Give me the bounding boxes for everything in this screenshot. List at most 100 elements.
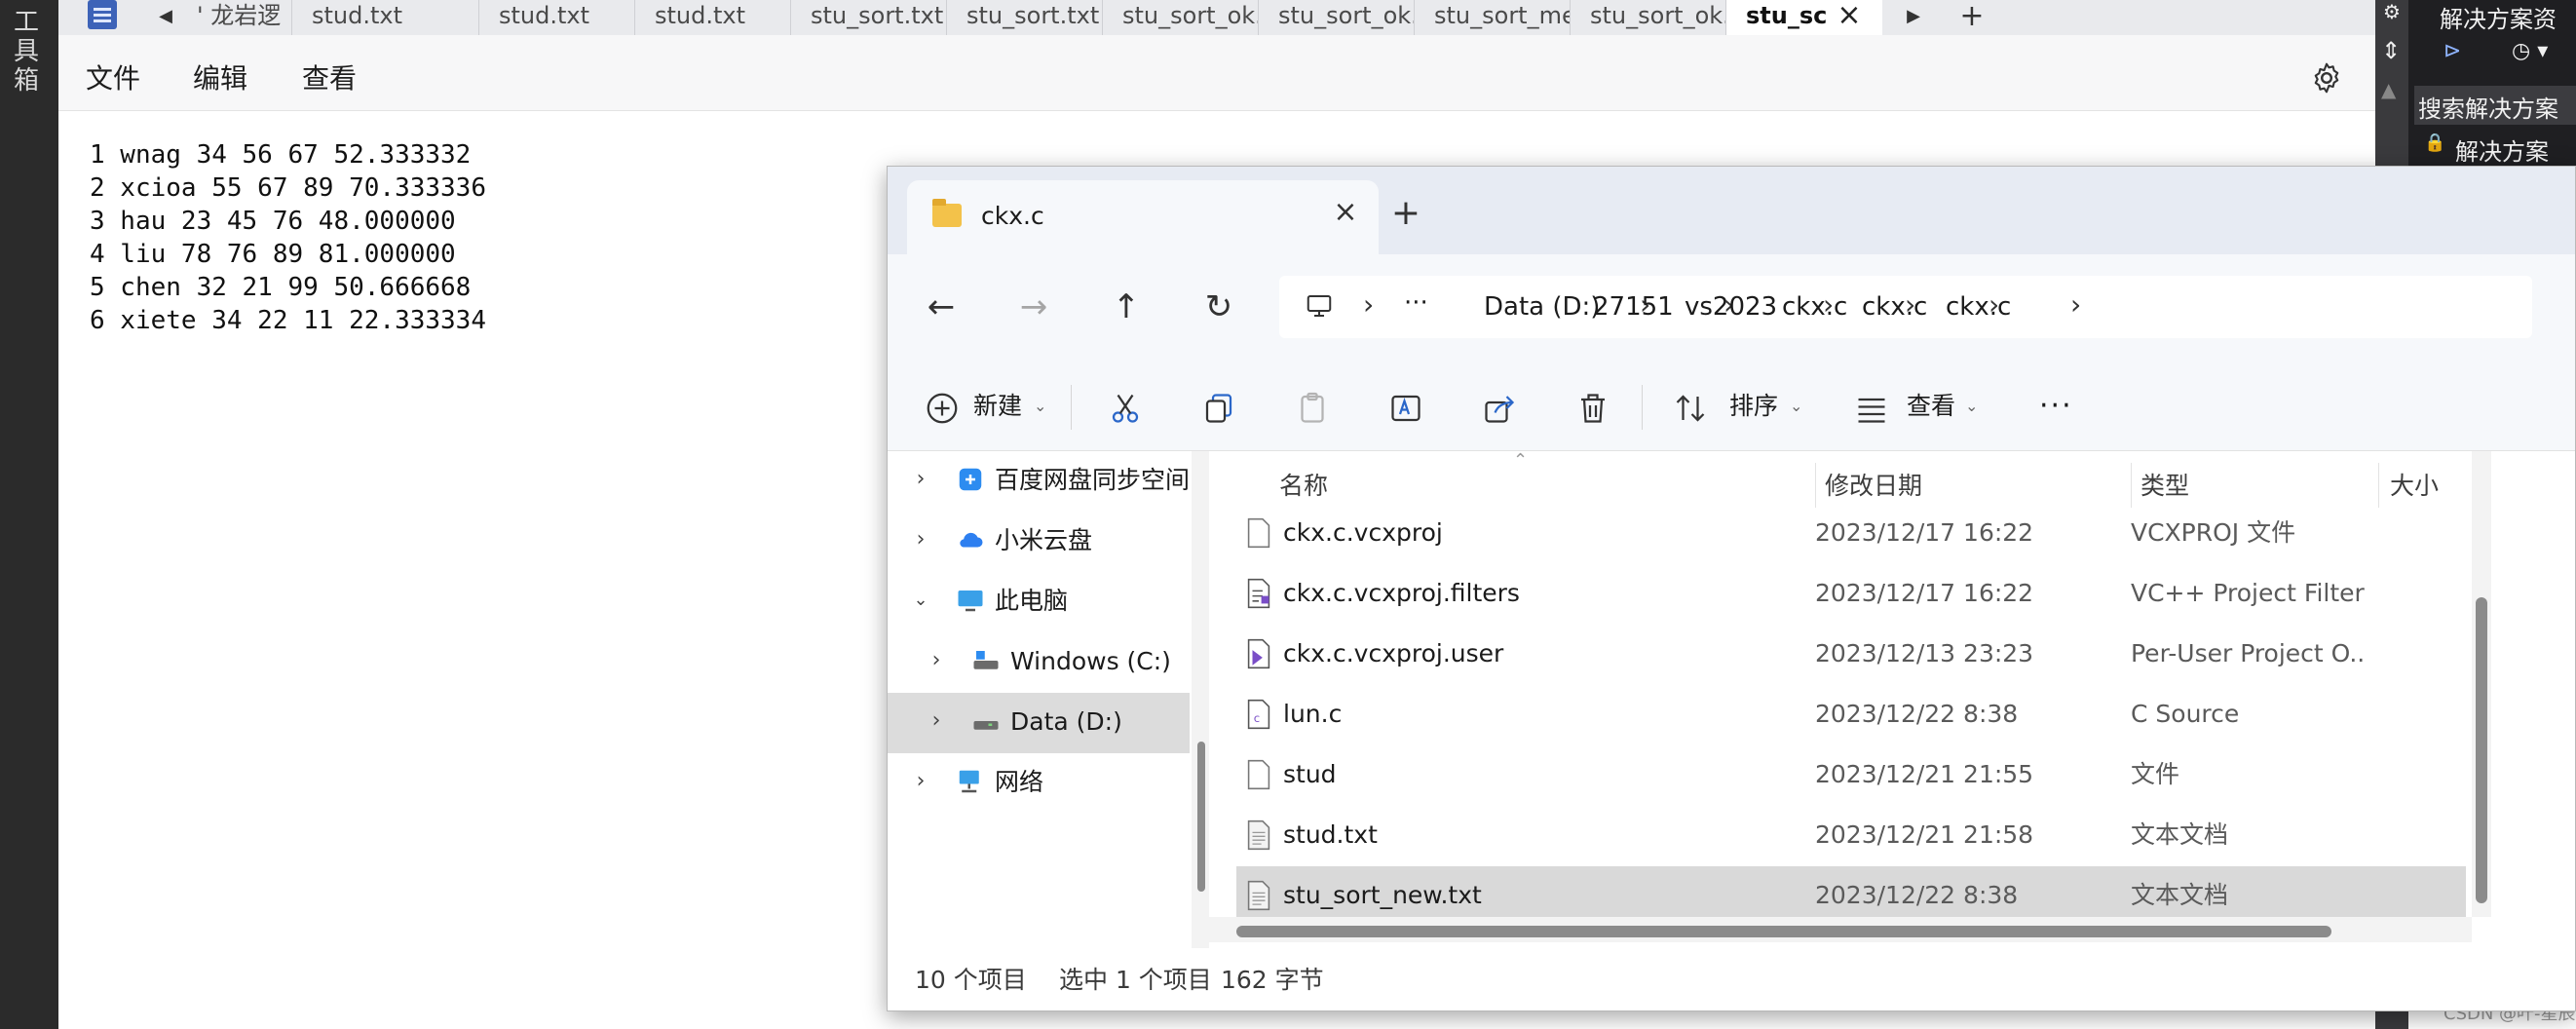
tab-1[interactable]: ' 龙岩逻 [187, 0, 292, 35]
baidu-netdisk-icon [959, 468, 982, 491]
tabs-scroll-left-icon[interactable]: ◀ [148, 0, 183, 35]
chevron-down-icon[interactable]: ⌄ [1034, 385, 1046, 428]
tab-3[interactable]: stud.txt [479, 0, 635, 35]
breadcrumb-item[interactable]: ckx.c [1782, 291, 1847, 323]
file-date: 2023/12/22 8:38 [1815, 881, 2019, 909]
rename-icon[interactable] [1388, 391, 1423, 426]
breadcrumb-item[interactable]: ckx.c [1946, 291, 2011, 323]
settings-gear-icon[interactable] [2309, 60, 2344, 95]
c-source-icon: c [1247, 699, 1270, 730]
close-tab-icon[interactable]: × [1328, 196, 1363, 231]
column-header-name[interactable]: 名称 [1279, 471, 1328, 502]
gear-icon[interactable]: ⚙ [2383, 0, 2401, 23]
column-header-type[interactable]: 类型 [2140, 471, 2189, 502]
chevron-down-icon[interactable]: ⌄ [1790, 385, 1802, 428]
more-paths-icon[interactable]: ··· [1404, 287, 1428, 319]
breadcrumb-item[interactable]: Data (D:) [1484, 291, 1600, 323]
history-icon[interactable]: ◷ ▾ [2512, 39, 2548, 63]
view-button[interactable]: 查看 [1907, 385, 1955, 428]
status-item-count: 10 个项目 [915, 966, 1027, 994]
menu-file[interactable]: 文件 [86, 62, 140, 95]
menu-view[interactable]: 查看 [302, 62, 357, 95]
file-row[interactable]: ckx.c.vcxproj.user 2023/12/13 23:23 Per-… [1236, 625, 2466, 685]
sort-icon[interactable] [1673, 391, 1708, 426]
tab-7[interactable]: stu_sort_ok.t [1103, 0, 1259, 35]
breadcrumb-item[interactable]: 27151 [1593, 291, 1674, 323]
column-divider[interactable] [2378, 463, 2379, 508]
cut-icon[interactable] [1108, 391, 1143, 426]
breadcrumb-item[interactable]: vs2023 [1685, 291, 1777, 323]
nav-item-xiaomi-cloud[interactable]: › 小米云盘 [888, 512, 1190, 572]
scrollbar-thumb[interactable] [1197, 742, 1205, 892]
chevron-right-icon[interactable]: › [907, 465, 934, 494]
chevron-down-icon[interactable]: ⌄ [907, 586, 934, 615]
share-icon[interactable] [1482, 391, 1517, 426]
nav-item-windows-c[interactable]: › Windows (C:) [888, 632, 1190, 693]
paste-icon[interactable] [1295, 391, 1330, 426]
file-row[interactable]: c lun.c 2023/12/22 8:38 C Source [1236, 685, 2466, 745]
column-header-size[interactable]: 大小 [2390, 471, 2439, 502]
file-row[interactable]: stud.txt 2023/12/21 21:58 文本文档 [1236, 806, 2466, 866]
nav-item-baidu-netdisk[interactable]: › 百度网盘同步空间 [888, 451, 1190, 512]
more-options-icon[interactable]: ··· [2039, 385, 2073, 428]
nav-item-this-pc[interactable]: ⌄ 此电脑 [888, 572, 1190, 632]
tab-2[interactable]: stud.txt [292, 0, 479, 35]
notepad-tab-bar: ◀ ' 龙岩逻 stud.txt stud.txt stud.txt stu_s… [58, 0, 2375, 35]
address-bar[interactable]: › ··· Data (D:) › 27151 › vs2023 › ckx.c… [1279, 276, 2532, 338]
sort-button[interactable]: 排序 [1729, 385, 1778, 428]
nav-item-label: 网络 [995, 768, 1044, 796]
network-icon [959, 770, 979, 793]
column-divider[interactable] [2131, 463, 2132, 508]
copy-icon[interactable] [1201, 391, 1236, 426]
file-list-horizontal-scrollbar[interactable] [1209, 917, 2472, 942]
file-row[interactable]: ckx.c.vcxproj 2023/12/17 16:22 VCXPROJ 文… [1236, 504, 2466, 564]
close-tab-icon[interactable]: × [1832, 0, 1867, 35]
new-plus-icon[interactable] [925, 391, 960, 426]
vs-icon[interactable]: ⊳ [2443, 39, 2461, 63]
file-list-vertical-scrollbar[interactable] [2472, 451, 2491, 917]
ide-panel-title: 解决方案资 [2440, 6, 2557, 33]
chevron-down-icon[interactable]: ⌄ [1965, 385, 1978, 428]
breadcrumb-item[interactable]: ckx.c [1862, 291, 1927, 323]
tab-9[interactable]: stu_sort_me [1415, 0, 1571, 35]
nav-item-data-d[interactable]: › Data (D:) [888, 693, 1190, 753]
explorer-tab-title: ckx.c [981, 202, 1044, 230]
drive-icon [973, 651, 999, 669]
up-arrow-icon[interactable]: ↑ [1102, 284, 1151, 332]
delete-icon[interactable] [1575, 391, 1610, 426]
tab-8[interactable]: stu_sort_ok.t [1259, 0, 1415, 35]
file-row[interactable]: ckx.c.vcxproj.filters 2023/12/17 16:22 V… [1236, 564, 2466, 625]
chevron-right-icon[interactable]: › [923, 646, 950, 675]
nav-item-network[interactable]: › 网络 [888, 753, 1190, 814]
file-row[interactable]: stud 2023/12/21 21:55 文件 [1236, 745, 2466, 806]
scroll-up-icon[interactable]: ▲ [2381, 78, 2396, 101]
file-icon [1247, 759, 1270, 790]
notepad-text-area[interactable]: 1 wnag 34 56 67 52.333332 2 xcioa 55 67 … [90, 138, 966, 337]
scrollbar-thumb[interactable] [2476, 597, 2487, 903]
column-divider[interactable] [1815, 463, 1816, 508]
tabs-scroll-right-icon[interactable]: ▶ [1896, 0, 1931, 35]
navigation-pane-scrollbar[interactable] [1192, 451, 1209, 948]
menu-edit[interactable]: 编辑 [193, 62, 247, 95]
chevron-right-icon[interactable]: › [923, 706, 950, 736]
ide-solution-label[interactable]: 解决方案 [2455, 133, 2549, 167]
chevron-right-icon[interactable]: › [907, 767, 934, 796]
scrollbar-thumb[interactable] [1236, 926, 2331, 937]
explorer-tab[interactable]: ckx.c × [907, 180, 1379, 254]
tab-6[interactable]: stu_sort.txt [947, 0, 1103, 35]
new-tab-icon[interactable]: + [1384, 194, 1427, 237]
forward-arrow-icon[interactable]: → [1009, 284, 1058, 332]
column-header-date[interactable]: 修改日期 [1825, 471, 1922, 502]
view-list-icon[interactable] [1854, 391, 1889, 426]
chevron-right-icon[interactable]: › [907, 525, 934, 554]
toolbox-label[interactable]: 工具箱 [14, 8, 43, 95]
refresh-icon[interactable]: ↻ [1194, 284, 1243, 332]
new-button[interactable]: 新建 [973, 385, 1022, 428]
back-arrow-icon[interactable]: ← [917, 284, 966, 332]
tab-4[interactable]: stud.txt [635, 0, 791, 35]
pin-icon[interactable]: ⇕ [2381, 37, 2401, 64]
tab-5[interactable]: stu_sort.txt [791, 0, 947, 35]
new-tab-icon[interactable]: + [1954, 0, 1989, 35]
tab-10[interactable]: stu_sort_ok.t [1571, 0, 1726, 35]
chevron-right-icon: › [1363, 288, 1375, 321]
